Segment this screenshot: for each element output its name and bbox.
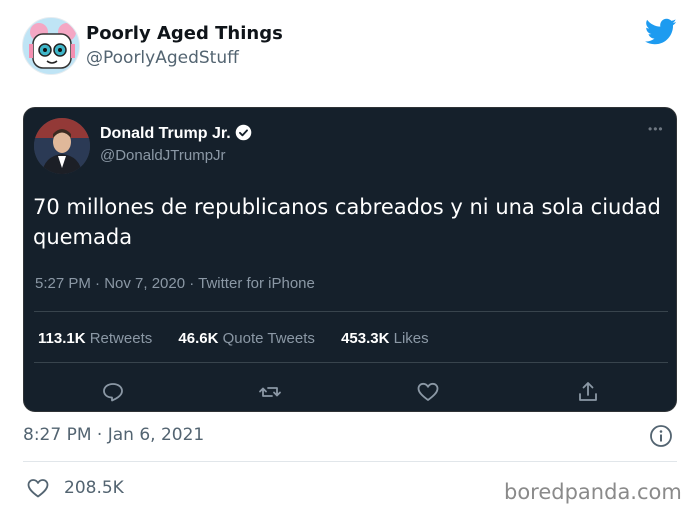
account-name[interactable]: Poorly Aged Things: [86, 23, 283, 44]
account-handle[interactable]: @PoorlyAgedStuff: [86, 48, 239, 68]
embedded-author-name-text[interactable]: Donald Trump Jr.: [100, 125, 231, 142]
heart-icon[interactable]: [25, 476, 51, 500]
quote-tweets-stat[interactable]: 46.6K Quote Tweets: [178, 330, 314, 347]
quote-tweets-label: Quote Tweets: [222, 330, 315, 347]
share-icon[interactable]: [576, 380, 600, 404]
embedded-tweet[interactable]: Donald Trump Jr. @DonaldJTrumpJr ••• 70 …: [23, 107, 677, 412]
retweets-count: 113.1K: [38, 330, 86, 347]
likes-count: 453.3K: [341, 330, 390, 347]
twitter-logo-icon[interactable]: [645, 18, 677, 46]
quote-tweets-count: 46.6K: [178, 330, 219, 347]
embedded-author-name[interactable]: Donald Trump Jr.: [100, 124, 252, 143]
source-watermark: boredpanda.com: [504, 480, 682, 504]
retweets-stat[interactable]: 113.1K Retweets: [38, 330, 152, 347]
tweet-timestamp[interactable]: 8:27 PM · Jan 6, 2021: [23, 425, 204, 445]
like-count[interactable]: 208.5K: [64, 478, 124, 498]
embedded-author-handle[interactable]: @DonaldJTrumpJr: [100, 147, 226, 164]
like-icon[interactable]: [416, 380, 440, 404]
likes-label: Likes: [393, 330, 429, 347]
tweet-header: Poorly Aged Things @PoorlyAgedStuff: [0, 0, 700, 96]
likes-stat[interactable]: 453.3K Likes: [341, 330, 429, 347]
cartoon-avatar-icon: [23, 18, 79, 74]
divider: [34, 362, 668, 363]
embedded-tweet-timestamp[interactable]: 5:27 PM · Nov 7, 2020 · Twitter for iPho…: [35, 275, 315, 292]
divider: [23, 461, 677, 462]
avatar[interactable]: [22, 17, 80, 75]
retweet-icon[interactable]: [258, 380, 282, 404]
verified-badge-icon: [235, 124, 251, 141]
divider: [34, 311, 668, 312]
reply-icon[interactable]: [101, 380, 125, 404]
retweets-label: Retweets: [89, 330, 153, 347]
embedded-tweet-text: 70 millones de republicanos cabreados y …: [33, 195, 661, 249]
person-photo-icon: [34, 118, 90, 174]
embedded-tweet-stats: 113.1K Retweets 46.6K Quote Tweets 453.3…: [38, 330, 451, 347]
more-options-icon[interactable]: •••: [648, 122, 664, 136]
embedded-avatar[interactable]: [34, 118, 90, 174]
info-icon[interactable]: [649, 424, 673, 448]
